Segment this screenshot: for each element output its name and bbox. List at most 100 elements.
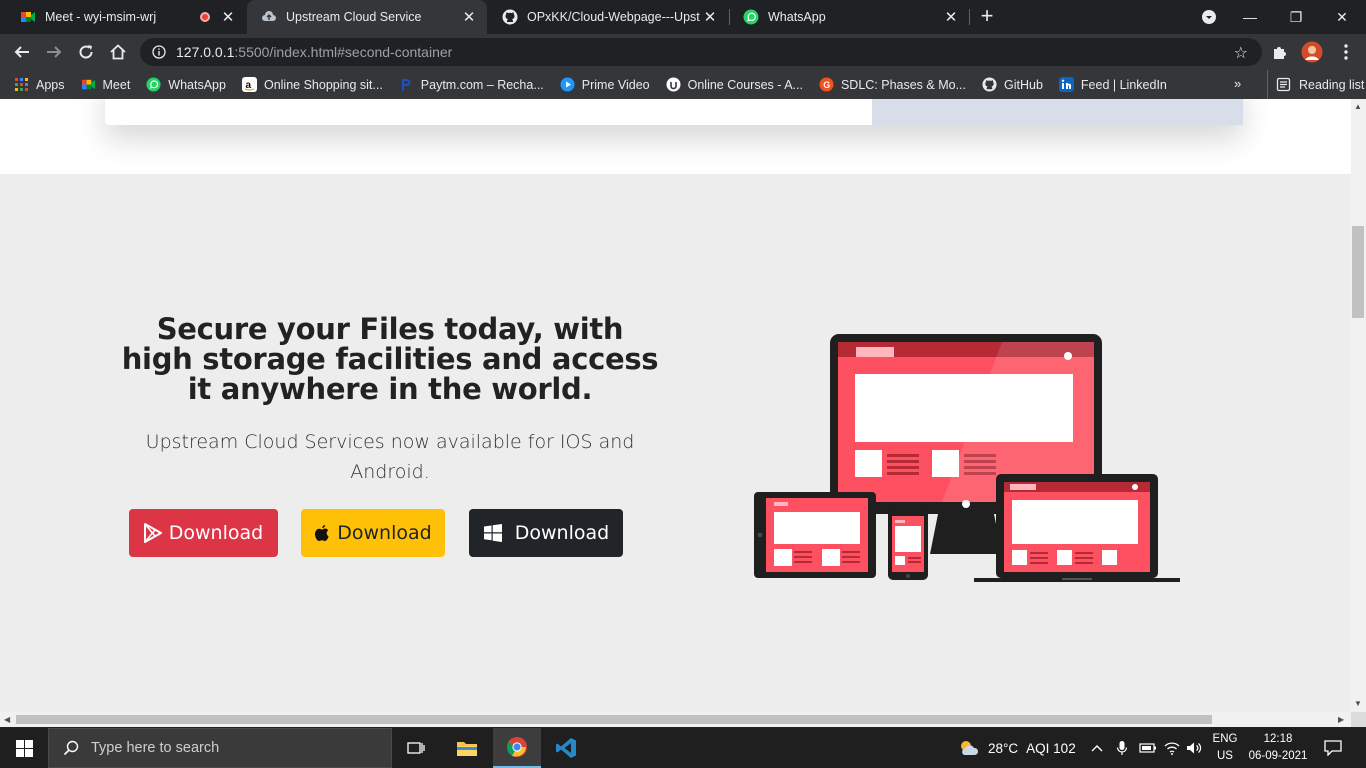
paytm-icon [401,79,411,91]
bookmark-online-courses[interactable]: Online Courses - A... [666,77,803,92]
url-host: 127.0.0.1 [176,44,235,60]
weather-aqi: AQI 102 [1026,740,1076,756]
bookmark-label: GitHub [1004,77,1043,92]
extensions-button[interactable] [1268,40,1292,64]
scroll-right-arrow-icon[interactable]: ▶ [1338,715,1344,724]
tab-title: WhatsApp [768,10,826,24]
bookmarks-bar: Apps Meet WhatsApp a Online Shopping sit… [0,70,1366,99]
reload-icon [79,45,93,59]
bookmark-sdlc[interactable]: G SDLC: Phases & Mo... [819,77,966,92]
show-hidden-icons-button[interactable] [1091,728,1103,768]
input-language-bottom[interactable]: US [1208,750,1242,762]
bookmark-star-icon[interactable]: ☆ [1234,43,1248,63]
sdlc-site-icon: G [819,77,834,92]
notification-center-button[interactable] [1324,728,1342,768]
windows-download-label: Download [514,522,610,544]
task-view-icon [407,742,425,754]
bookmark-label: Online Courses - A... [687,77,803,92]
tab-separator [969,9,970,25]
tab-meet[interactable]: Meet - wyi-msim-wrj ✕ [6,0,246,34]
vscode-taskbar-button[interactable] [542,728,590,768]
tab-whatsapp[interactable]: WhatsApp ✕ [729,0,969,34]
tab-upstream[interactable]: Upstream Cloud Service ✕ [247,0,487,34]
scroll-up-arrow-icon[interactable]: ▲ [1354,102,1362,111]
new-tab-button[interactable]: + [976,5,998,27]
devices-illustration [754,334,1180,582]
reading-list-button[interactable]: Reading list [1267,70,1364,99]
scroll-down-arrow-icon[interactable]: ▼ [1354,699,1362,708]
svg-text:G: G [823,80,830,90]
chevron-up-icon [1091,745,1103,752]
tab-strip: Meet - wyi-msim-wrj ✕ Upstream Cloud Ser… [0,0,1366,34]
apple-download-button[interactable]: Download [301,509,445,557]
bookmark-whatsapp[interactable]: WhatsApp [146,77,226,92]
windows-download-button[interactable]: Download [469,509,623,557]
section-headline: Secure your Files today, with high stora… [121,312,659,406]
battery-tray-icon[interactable] [1139,728,1157,768]
bookmark-label: Paytm.com – Recha... [420,77,544,92]
back-button[interactable] [10,40,34,64]
forward-button[interactable] [42,40,66,64]
tab-github[interactable]: OPxKK/Cloud-Webpage---Upstre ✕ [488,0,728,34]
folder-icon [457,742,477,756]
download-section: Secure your Files today, with high stora… [0,174,1351,712]
reload-button[interactable] [74,40,98,64]
bookmark-linkedin[interactable]: Feed | LinkedIn [1058,77,1167,92]
phone-graphic [888,508,928,580]
scroll-left-arrow-icon[interactable]: ◀ [4,715,10,724]
browser-menu-button[interactable] [1334,40,1358,64]
address-bar[interactable]: 127.0.0.1:5500/index.html#second-contain… [140,38,1262,66]
apple-download-label: Download [337,522,432,544]
microphone-icon [1116,741,1128,755]
windows-logo-icon [15,739,33,757]
google-meet-icon [81,79,95,90]
close-tab-icon[interactable]: ✕ [941,8,961,26]
bookmark-label: SDLC: Phases & Mo... [840,77,967,92]
bookmark-meet[interactable]: Meet [81,77,131,92]
kebab-menu-icon [1344,44,1348,60]
clock-time[interactable]: 12:18 [1244,733,1312,745]
close-tab-icon[interactable]: ✕ [700,8,720,26]
linkedin-icon [1058,77,1074,92]
bookmarks-overflow-button[interactable]: » [1234,76,1241,91]
tab-search-button[interactable] [1186,0,1232,34]
weather-widget[interactable]: 28°C AQI 102 [958,728,1076,768]
speaker-icon [1187,742,1202,754]
close-tab-icon[interactable]: ✕ [218,8,238,26]
chrome-icon [506,737,527,757]
chrome-taskbar-button[interactable] [493,728,541,768]
minimize-button[interactable]: — [1227,0,1273,34]
taskbar-search-placeholder: Type here to search [91,740,220,756]
github-icon [982,77,997,92]
bookmark-label: Meet [102,77,131,92]
clock-date[interactable]: 06-09-2021 [1244,750,1312,762]
file-explorer-button[interactable] [443,728,491,768]
microphone-tray-icon[interactable] [1116,728,1128,768]
bookmark-github[interactable]: GitHub [982,77,1043,92]
tablet-graphic [754,492,876,578]
taskbar-search-box[interactable]: Type here to search [48,728,392,768]
whatsapp-icon [146,77,161,92]
start-button[interactable] [0,728,48,768]
task-view-button[interactable] [392,728,440,768]
bookmark-apps[interactable]: Apps [14,77,65,92]
bookmark-paytm[interactable]: Paytm.com – Recha... [399,77,544,92]
vertical-scrollbar[interactable] [1351,99,1366,712]
bookmark-amazon[interactable]: a Online Shopping sit... [241,77,383,92]
profile-avatar[interactable] [1300,40,1324,64]
input-language-top[interactable]: ENG [1208,733,1242,745]
bookmark-prime-video[interactable]: Prime Video [560,77,650,92]
android-download-button[interactable]: Download [129,509,278,557]
close-tab-icon[interactable]: ✕ [459,8,479,26]
google-play-icon [143,523,162,543]
vertical-scrollbar-thumb[interactable] [1352,226,1364,318]
tab-title: OPxKK/Cloud-Webpage---Upstre [527,10,700,24]
volume-tray-icon[interactable] [1186,728,1202,768]
horizontal-scrollbar-thumb[interactable] [16,715,1212,724]
udemy-icon [666,77,681,92]
close-window-button[interactable]: ✕ [1319,0,1365,34]
wifi-tray-icon[interactable] [1164,728,1180,768]
apps-grid-icon [15,78,28,91]
home-button[interactable] [106,40,130,64]
restore-button[interactable]: ❐ [1273,0,1319,34]
